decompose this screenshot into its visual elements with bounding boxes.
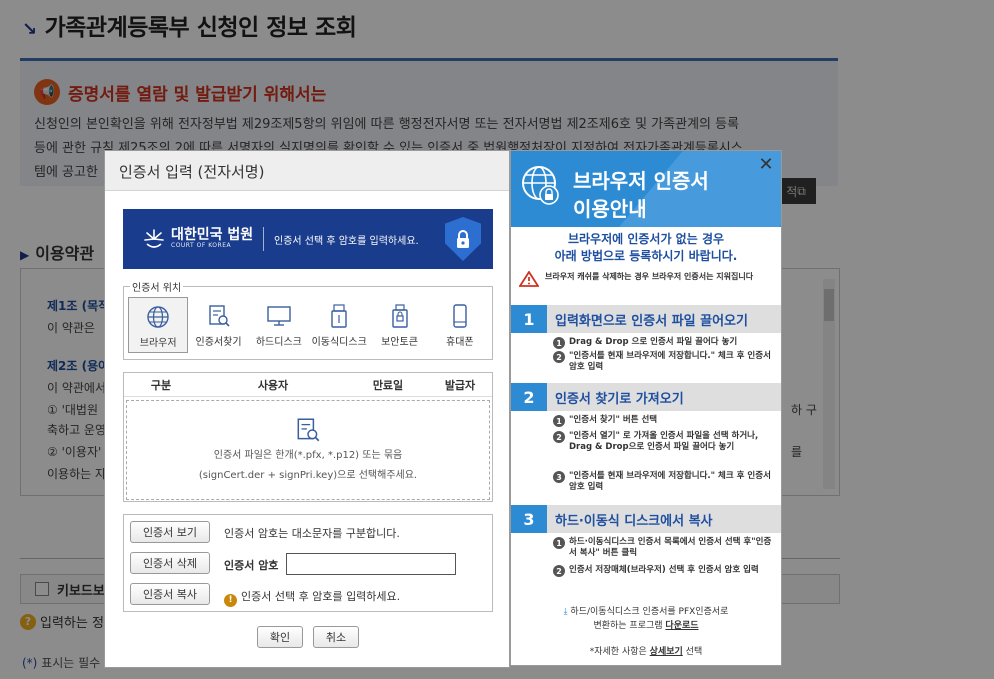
ok-button[interactable]: 확인 — [257, 626, 303, 648]
usb-icon — [331, 304, 347, 328]
guide-step-2-item-2: 2 "인증서 열기" 로 가져올 인증서 파일을 선택 하거나, Drag & D… — [553, 431, 777, 453]
alert-icon: ! — [224, 593, 237, 607]
court-banner: 대한민국 법원 COURT OF KOREA 인증서 선택 후 암호를 입력하세… — [123, 209, 493, 269]
monitor-icon — [267, 306, 291, 326]
cert-drop-zone[interactable]: 인증서 파일은 한개(*.pfx, *.p12) 또는 묶음 (signCert… — [126, 400, 490, 500]
guide-step-2-item-3: 3 "인증서를 현재 브라우저에 저장합니다." 체크 후 인증서 암호 입력 — [553, 471, 777, 493]
location-removable-disk[interactable]: 이동식디스크 — [309, 297, 369, 353]
dialog-title: 인증서 입력 (전자서명) — [105, 151, 509, 191]
cert-action-panel: 인증서 보기 인증서 암호는 대소문자를 구분합니다. 인증서 삭제 인증서 암… — [123, 514, 493, 612]
certificate-dialog: 인증서 입력 (전자서명) 대한민국 법원 COURT OF KOREA 인증서… — [104, 150, 510, 668]
location-phone[interactable]: 휴대폰 — [430, 297, 490, 353]
download-icon: ⤓ — [563, 607, 568, 617]
download-link[interactable]: 다운로드 — [665, 621, 698, 631]
guide-warning: 브라우저 캐쉬를 삭제하는 경우 브라우저 인증서는 지워집니다 — [519, 271, 775, 287]
warning-icon — [519, 271, 539, 287]
banner-separator — [263, 227, 264, 251]
cancel-button[interactable]: 취소 — [313, 626, 359, 648]
password-label: 인증서 암호 — [224, 559, 279, 572]
guide-footer-download: ⤓ 하드/이동식디스크 인증서를 PFX인증서로 변환하는 프로그램 다운로드 — [563, 607, 729, 631]
detail-link[interactable]: 상세보기 — [650, 647, 683, 657]
view-cert-button[interactable]: 인증서 보기 — [130, 521, 210, 543]
guide-step-1-item-1: 1 Drag & Drop 으로 인증서 파일 끌어다 놓기 — [553, 337, 777, 349]
guide-step-1-item-2: 2 "인증서를 현재 브라우저에 저장합니다." 체크 후 인증서 암호 입력 — [553, 351, 777, 373]
browser-cert-guide: 브라우저 인증서 이용안내 ✕ 브라우저에 인증서가 없는 경우 아래 방법으로… — [510, 150, 782, 666]
location-security-token[interactable]: 보안토큰 — [369, 297, 429, 353]
cert-table-header: 구분 사용자 만료일 발급자 — [124, 373, 492, 397]
shield-lock-icon — [445, 217, 481, 261]
guide-footer-detail: *자세한 사항은 상세보기 선택 — [589, 647, 703, 657]
location-browser[interactable]: 브라우저 — [128, 297, 189, 353]
password-hint: ! 인증서 선택 후 암호를 입력하세요. — [224, 588, 400, 607]
guide-step-2-item-1: 1 "인증서 찾기" 버튼 선택 — [553, 415, 777, 427]
guide-step-1: 1 입력화면으로 인증서 파일 끌어오기 — [511, 305, 781, 333]
case-note: 인증서 암호는 대소문자를 구분합니다. — [224, 527, 400, 540]
copy-cert-button[interactable]: 인증서 복사 — [130, 583, 210, 605]
guide-step-3-item-2: 2 인증서 저장매체(브라우저) 선택 후 인증서 암호 입력 — [553, 565, 777, 577]
guide-subtitle: 브라우저에 인증서가 없는 경우 아래 방법으로 등록하시기 바랍니다. — [554, 232, 738, 263]
guide-step-3: 3 하드·이동식 디스크에서 복사 — [511, 505, 781, 533]
token-icon — [391, 304, 408, 328]
password-input[interactable] — [286, 553, 456, 575]
court-emblem-icon — [144, 229, 164, 248]
globe-lock-icon — [147, 306, 169, 328]
cert-search-icon — [208, 305, 230, 327]
court-logo: 대한민국 법원 COURT OF KOREA — [123, 228, 263, 250]
location-hard-disk[interactable]: 하드디스크 — [249, 297, 309, 353]
guide-header: 브라우저 인증서 이용안내 ✕ — [511, 151, 781, 227]
location-cert-search[interactable]: 인증서찾기 — [188, 297, 248, 353]
globe-lock-icon — [522, 166, 559, 205]
delete-cert-button[interactable]: 인증서 삭제 — [130, 552, 210, 574]
phone-icon — [453, 304, 467, 328]
guide-step-2: 2 인증서 찾기로 가져오기 — [511, 383, 781, 411]
cert-list-table: 구분 사용자 만료일 발급자 인증서 파일은 한개(*.pfx, *.p12) … — [123, 372, 493, 502]
cert-file-icon — [297, 418, 320, 442]
guide-step-3-item-1: 1 하드·이동식디스크 인증서 목록에서 인증서 선택 후"인증서 복사" 버튼 … — [553, 537, 777, 559]
cert-location-group: 인증서 위치 브라우저 인증서찾기 하드디스크 이동식디스크 보안토큰 휴대폰 — [123, 279, 493, 360]
close-icon[interactable]: ✕ — [755, 155, 777, 177]
